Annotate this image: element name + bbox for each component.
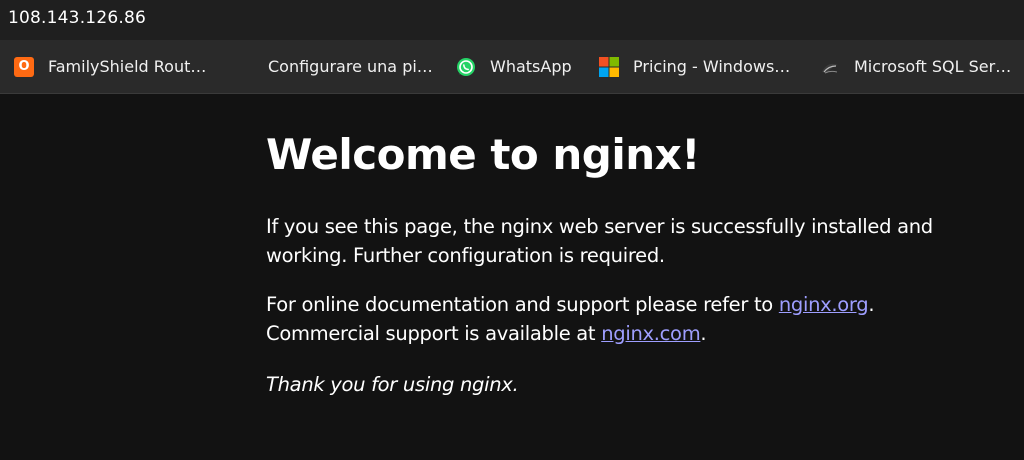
bookmark-pricing-windows[interactable]: Pricing - Windows… — [599, 40, 790, 93]
support-text: For online documentation and support ple… — [266, 293, 779, 316]
sql-server-icon — [820, 57, 840, 77]
bookmark-label: Microsoft SQL Ser… — [854, 57, 1012, 76]
bookmark-label: Configurare una pi… — [268, 57, 433, 76]
nginx-com-link[interactable]: nginx.com — [601, 322, 701, 345]
support-paragraph: For online documentation and support ple… — [266, 290, 996, 348]
microsoft-logo-icon — [599, 56, 619, 77]
bookmarks-bar: O FamilyShield Rout… Configurare una pi…… — [0, 40, 1024, 94]
bookmark-label: WhatsApp — [490, 57, 572, 76]
commercial-period: . — [700, 322, 707, 345]
bookmark-sql-server[interactable]: Microsoft SQL Ser… — [820, 40, 1011, 93]
bookmark-configurare[interactable]: Configurare una pi… — [268, 40, 433, 93]
commercial-support-text: Commercial support is available at — [266, 322, 602, 345]
whatsapp-icon — [456, 57, 476, 77]
page-title: Welcome to nginx! — [266, 130, 700, 179]
bookmark-label: FamilyShield Rout… — [48, 57, 207, 76]
nginx-org-link[interactable]: nginx.org — [779, 293, 869, 316]
thanks-text: Thank you for using nginx. — [266, 373, 519, 396]
bookmark-label: Pricing - Windows… — [633, 57, 791, 76]
address-bar[interactable]: 108.143.126.86 — [0, 0, 1024, 40]
bookmark-familyshield[interactable]: O FamilyShield Rout… — [14, 40, 206, 93]
intro-paragraph: If you see this page, the nginx web serv… — [266, 215, 933, 267]
bookmark-whatsapp[interactable]: WhatsApp — [456, 40, 572, 93]
url-text[interactable]: 108.143.126.86 — [8, 8, 146, 28]
support-period: . — [868, 293, 875, 316]
familyshield-icon: O — [14, 56, 34, 77]
